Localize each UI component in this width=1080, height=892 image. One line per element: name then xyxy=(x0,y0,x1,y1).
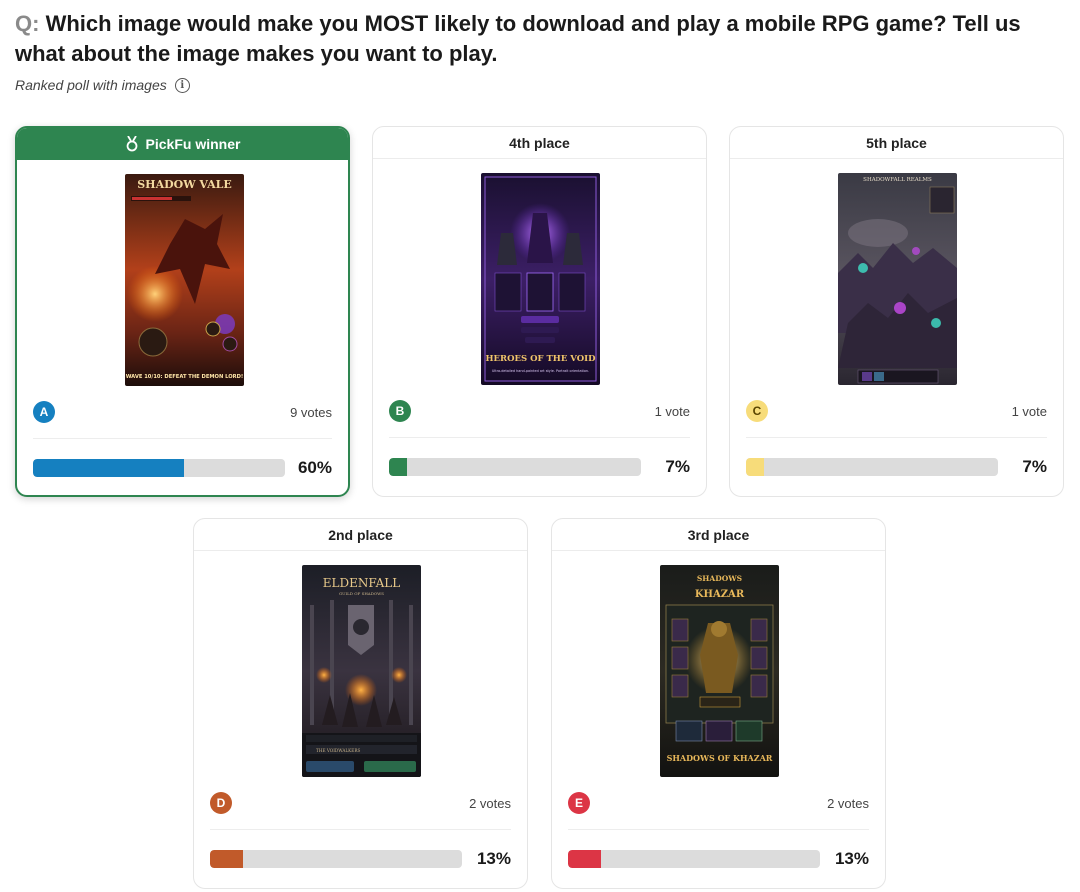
option-image[interactable]: SHADOWS KHAZAR SHADOWS OF KHAZAR xyxy=(660,565,779,777)
result-bar-fill xyxy=(210,850,243,868)
question-prefix: Q: xyxy=(15,11,40,36)
result-percent: 7% xyxy=(1022,457,1047,476)
image-caption: WAVE 10/10: DEFEAT THE DEMON LORD! xyxy=(126,374,244,380)
divider xyxy=(210,829,511,830)
result-bar xyxy=(33,459,285,477)
svg-text:SHADOWS: SHADOWS xyxy=(697,574,742,583)
option-image[interactable]: SHADOWFALL REALMS xyxy=(838,173,957,385)
card-header: 4th place xyxy=(373,127,706,159)
card-header: 3rd place xyxy=(552,519,885,551)
result-bar-fill xyxy=(568,850,601,868)
result-bar xyxy=(389,458,641,476)
vote-count: 1 vote xyxy=(654,404,690,419)
poll-type-label: Ranked poll with images xyxy=(15,77,167,93)
winner-label: PickFu winner xyxy=(145,136,241,152)
option-card-b[interactable]: 4th place HEROES OF THE VOID Ultra-detai… xyxy=(372,126,707,497)
image-title: HEROES OF THE VOID xyxy=(486,354,597,364)
result-bar-fill xyxy=(33,459,185,477)
image-caption: THE VOIDWALKERS xyxy=(316,748,360,753)
info-icon[interactable]: i xyxy=(174,77,190,93)
divider xyxy=(568,829,869,830)
vote-count: 2 votes xyxy=(827,796,869,811)
medal-icon xyxy=(125,135,139,152)
card-header: PickFu winner xyxy=(17,128,348,160)
result-bar xyxy=(210,850,462,868)
result-bar xyxy=(568,850,820,868)
poll-question: Q: Which image would make you MOST likel… xyxy=(15,9,1065,69)
image-title: SHADOWFALL REALMS xyxy=(863,177,932,183)
result-percent: 7% xyxy=(665,457,690,476)
vote-count: 9 votes xyxy=(290,405,332,420)
image-title: ELDENFALL xyxy=(323,576,401,590)
option-image[interactable]: ELDENFALL GUILD OF SHADOWS THE VOIDWALKE… xyxy=(302,565,421,777)
result-bar-fill xyxy=(389,458,407,476)
svg-text:KHAZAR: KHAZAR xyxy=(695,589,745,600)
option-letter-badge: A xyxy=(33,401,55,423)
result-bar xyxy=(746,458,998,476)
option-letter-badge: E xyxy=(568,792,590,814)
result-percent: 13% xyxy=(476,849,511,868)
vote-count: 1 vote xyxy=(1011,404,1047,419)
option-card-c[interactable]: 5th place SHADOWFALL REALMS C 1 vote 7% xyxy=(729,126,1064,497)
result-percent: 13% xyxy=(834,849,869,868)
card-header: 2nd place xyxy=(194,519,527,551)
divider xyxy=(33,438,332,439)
question-text: Which image would make you MOST likely t… xyxy=(15,11,1021,66)
option-image[interactable]: SHADOW VALE WAVE 10/10: DEFEAT THE DEMON… xyxy=(125,174,244,386)
option-card-a[interactable]: PickFu winner SHADOW VALE WAVE 10/10: DE… xyxy=(15,126,350,497)
divider xyxy=(389,437,690,438)
option-card-e[interactable]: 3rd place SHADOWS KHAZAR SHADOWS OF KHAZ… xyxy=(551,518,886,889)
image-title: SHADOWS OF KHAZAR xyxy=(667,753,773,763)
card-header: 5th place xyxy=(730,127,1063,159)
vote-count: 2 votes xyxy=(469,796,511,811)
option-letter-badge: B xyxy=(389,400,411,422)
image-title: SHADOW VALE xyxy=(137,178,232,191)
option-card-d[interactable]: 2nd place ELDENFALL GUILD OF SHADOWS THE… xyxy=(193,518,528,889)
divider xyxy=(746,437,1047,438)
result-bar-fill xyxy=(746,458,764,476)
option-letter-badge: D xyxy=(210,792,232,814)
option-letter-badge: C xyxy=(746,400,768,422)
image-subtitle: GUILD OF SHADOWS xyxy=(339,591,384,596)
poll-type: Ranked poll with images i xyxy=(15,77,190,93)
option-image[interactable]: HEROES OF THE VOID Ultra-detailed hand-p… xyxy=(481,173,600,385)
result-percent: 60% xyxy=(297,458,332,477)
image-caption: Ultra-detailed hand-painted art style. P… xyxy=(492,369,589,373)
